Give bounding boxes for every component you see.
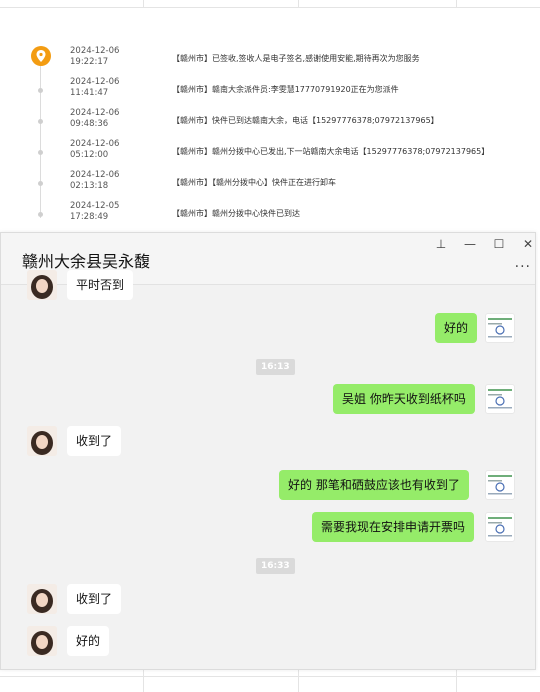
- timestamp: 16:33: [256, 558, 295, 574]
- event-text: 【赣州市】【赣州分拨中心】快件正在进行卸车: [172, 178, 336, 187]
- timeline-line: [40, 56, 41, 218]
- more-options-icon[interactable]: ···: [515, 259, 531, 275]
- event-datetime: 2024-12-06 02:13:18: [70, 170, 120, 191]
- grid-line: [143, 670, 144, 692]
- avatar[interactable]: [485, 470, 515, 500]
- location-pin-icon: [31, 46, 51, 66]
- event-text: 【赣州市】赣州分拨中心已发出,下一站赣南大余电话【15297776378;079…: [172, 147, 490, 156]
- timeline-dot: [38, 150, 43, 155]
- message-bubble[interactable]: 好的: [67, 626, 110, 656]
- avatar[interactable]: [27, 426, 57, 456]
- chat-title: 赣州大余县吴永馥: [22, 252, 151, 271]
- timeline-dot: [38, 181, 43, 186]
- grid-line: [456, 670, 457, 692]
- message-bubble[interactable]: 收到了: [67, 584, 122, 614]
- message-bubble[interactable]: 收到了: [67, 426, 122, 456]
- timeline-dot: [38, 88, 43, 93]
- avatar[interactable]: [485, 313, 515, 343]
- avatar[interactable]: [27, 270, 57, 300]
- timestamp: 16:13: [256, 359, 295, 375]
- event-datetime: 2024-12-05 17:28:49: [70, 201, 120, 222]
- avatar[interactable]: [27, 584, 57, 614]
- event-datetime: 2024-12-06 09:48:36: [70, 108, 120, 129]
- message-bubble[interactable]: 需要我现在安排申请开票吗: [312, 512, 475, 542]
- grid-line: [298, 0, 299, 8]
- event-text: 【赣州市】快件已到达赣南大余，电话【15297776378;0797213796…: [172, 116, 439, 125]
- close-button[interactable]: ✕: [519, 237, 535, 251]
- event-text: 【赣州市】已签收,签收人是电子签名,感谢使用安能,期待再次为您服务: [172, 54, 420, 63]
- maximize-button[interactable]: ☐: [490, 237, 508, 251]
- grid-line: [298, 670, 299, 692]
- message-bubble[interactable]: 好的: [435, 313, 478, 343]
- page: 2024-12-06 19:22:17 【赣州市】已签收,签收人是电子签名,感谢使…: [0, 0, 540, 692]
- message-bubble[interactable]: 平时否到: [67, 270, 134, 300]
- grid-line: [143, 0, 144, 8]
- message-bubble[interactable]: 好的 那笔和硒鼓应该也有收到了: [279, 470, 469, 500]
- avatar[interactable]: [485, 512, 515, 542]
- message-bubble[interactable]: 吴姐 你昨天收到纸杯吗: [333, 384, 475, 414]
- event-datetime: 2024-12-06 05:12:00: [70, 139, 120, 160]
- timeline-dot: [38, 119, 43, 124]
- grid-line: [456, 0, 457, 8]
- avatar[interactable]: [485, 384, 515, 414]
- minimize-button[interactable]: —: [461, 237, 479, 251]
- message-list[interactable]: 平时否到 好的 16:13 吴姐 你昨天收到纸杯吗 收到了 好的 那笔和硒鼓应该…: [1, 270, 535, 669]
- avatar[interactable]: [27, 626, 57, 656]
- tracking-panel: 2024-12-06 19:22:17 【赣州市】已签收,签收人是电子签名,感谢使…: [0, 8, 540, 238]
- event-text: 【赣州市】赣州分拨中心快件已到达: [172, 209, 300, 218]
- grid-line: [0, 676, 540, 677]
- pin-window-icon[interactable]: ⊥: [432, 237, 450, 251]
- event-datetime: 2024-12-06 11:41:47: [70, 77, 120, 98]
- chat-window: 赣州大余县吴永馥 ⊥ — ☐ ✕ ··· 平时否到 好的 16:13 吴姐 你昨…: [0, 232, 536, 670]
- event-datetime: 2024-12-06 19:22:17: [70, 46, 120, 67]
- timeline-dot: [38, 212, 43, 217]
- event-text: 【赣州市】赣南大余派件员:李雯慧17770791920正在为您派件: [172, 85, 399, 94]
